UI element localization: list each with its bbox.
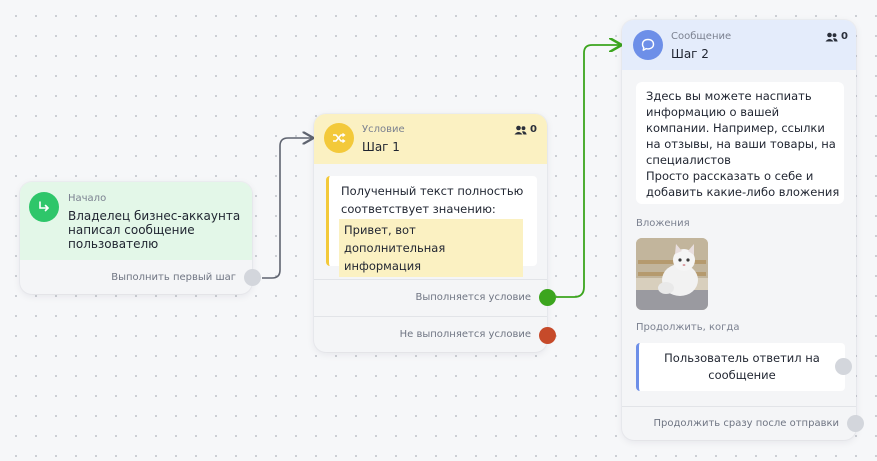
kitten-photo-icon (636, 238, 708, 310)
condition-users-count: 0 (514, 124, 537, 135)
continue-after-send-label: Продолжить сразу после отправки (653, 418, 839, 429)
condition-users-value: 0 (530, 124, 537, 135)
message-icon-circle (633, 30, 663, 60)
chat-bubble-icon (641, 38, 655, 51)
condition-type-label: Условие (362, 124, 405, 135)
message-text-line: Здесь вы можете наспиать (646, 89, 812, 103)
shuffle-icon (333, 132, 346, 144)
condition-rule-text: Полученный текст полностью соответствует… (341, 184, 524, 216)
start-node-header: Начало Владелец бизнес-аккаунта написал … (20, 182, 252, 260)
message-text-line: добавить какие-либо вложения (646, 185, 840, 199)
link-start-to-condition[interactable] (262, 138, 312, 279)
message-divider (622, 406, 856, 407)
condition-yes-label: Выполняется условие (415, 292, 532, 303)
condition-rule-box[interactable]: Полученный текст полностью соответствует… (326, 176, 537, 277)
start-title: Владелец бизнес-аккаунта написал сообщен… (68, 209, 241, 251)
users-icon (514, 125, 527, 134)
message-text-line: информацию о вашей (646, 105, 780, 119)
condition-no-port[interactable] (539, 327, 556, 344)
continue-after-send-port[interactable] (847, 415, 864, 432)
message-text-line: специалистов (646, 153, 731, 167)
condition-divider-2 (314, 316, 547, 317)
link-condition-to-message[interactable] (556, 45, 620, 298)
continue-option-port[interactable] (835, 358, 852, 375)
condition-node-header: Условие Шаг 1 0 (314, 114, 547, 164)
condition-icon-circle (324, 123, 354, 153)
attachments-label: Вложения (636, 218, 690, 229)
message-users-value: 0 (841, 31, 848, 42)
condition-yes-port[interactable] (539, 289, 556, 306)
start-icon-circle (29, 192, 59, 222)
message-title: Шаг 2 (671, 47, 709, 61)
message-text: Здесь вы можете наспиать информацию о ва… (646, 88, 842, 200)
condition-title: Шаг 1 (362, 140, 400, 154)
arrow-turn-right-icon (39, 201, 49, 212)
message-text-line: компании. Например, ссылки (646, 121, 825, 135)
message-type-label: Сообщение (671, 31, 732, 42)
condition-rule-value: Привет, вот дополнительная информация (339, 219, 523, 277)
start-node[interactable]: Начало Владелец бизнес-аккаунта написал … (20, 182, 261, 294)
message-text-line: Просто рассказать о себе и (646, 169, 814, 183)
message-node-header: Сообщение Шаг 2 0 (622, 20, 856, 70)
message-node[interactable]: Сообщение Шаг 2 0 Здесь вы можете наспиа… (622, 20, 864, 440)
users-icon (825, 32, 838, 41)
condition-no-label: Не выполняется условие (399, 329, 531, 340)
attachment-thumbnail[interactable] (636, 238, 708, 310)
continue-option-box[interactable]: Пользователь ответил на сообщение (636, 343, 845, 391)
start-type-label: Начало (68, 193, 107, 204)
start-output-port[interactable] (244, 269, 261, 286)
condition-node[interactable]: Условие Шаг 1 0 Полученный текст полност… (314, 114, 556, 352)
condition-divider-1 (314, 279, 547, 280)
message-text-box[interactable]: Здесь вы можете наспиать информацию о ва… (636, 82, 844, 204)
message-users-count: 0 (825, 31, 848, 42)
start-action-label: Выполнить первый шаг (111, 272, 236, 283)
continue-label: Продолжить, когда (636, 322, 740, 333)
message-text-line: на отзывы, на ваши товары, на (646, 137, 836, 151)
continue-option-text: Пользователь ответил на сообщение (664, 351, 820, 382)
